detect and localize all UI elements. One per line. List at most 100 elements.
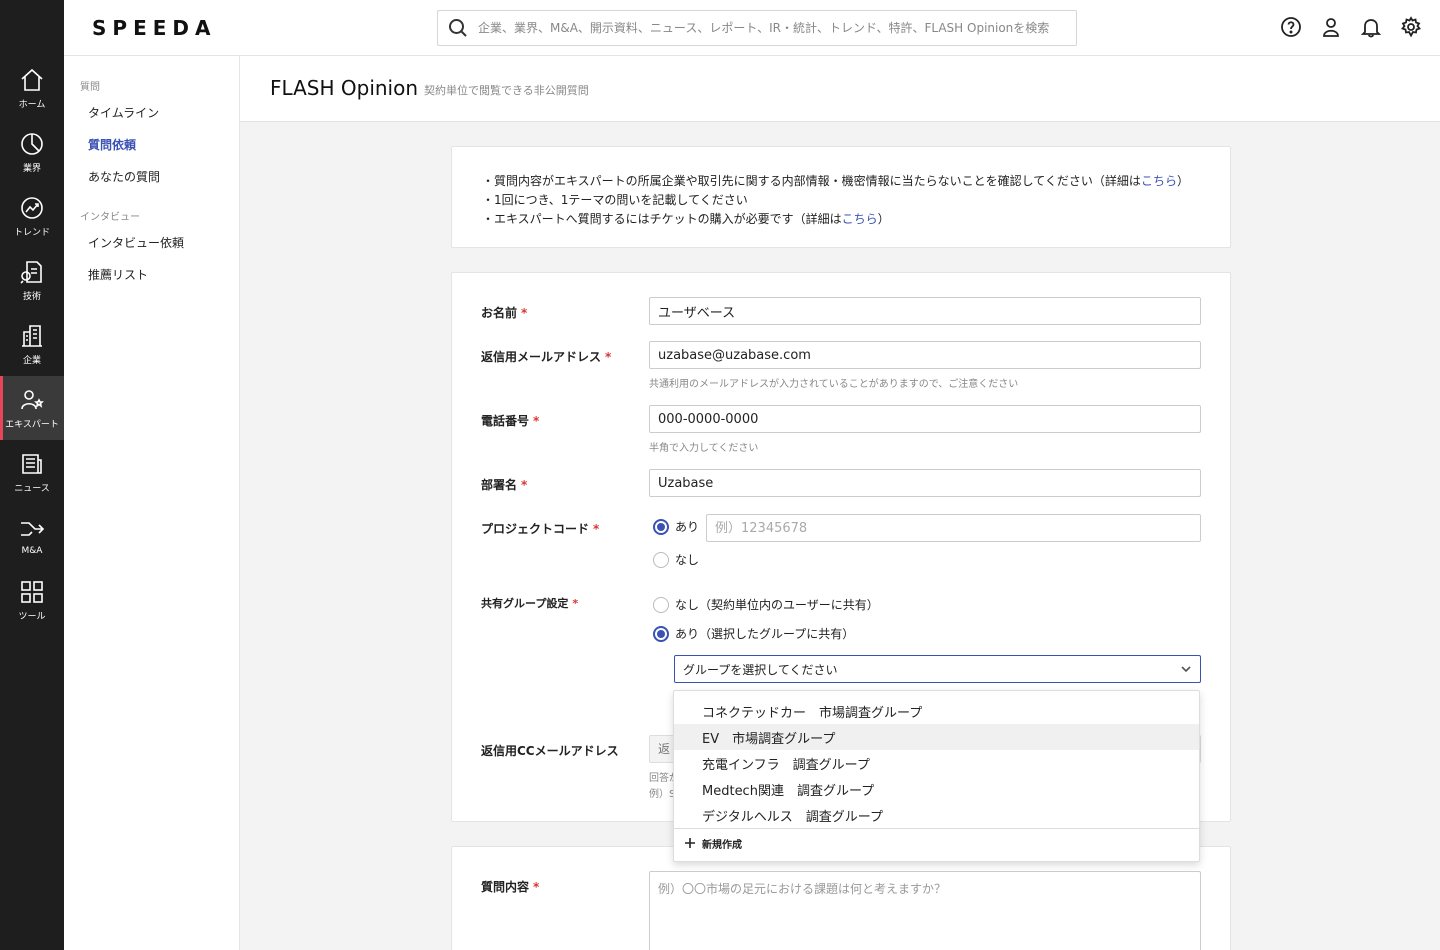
email-label: 返信用メールアドレス * — [481, 350, 612, 364]
rail-item-ma[interactable]: M&A — [0, 504, 64, 568]
building-icon — [22, 324, 42, 347]
share-group-label: 共有グループ設定 * — [481, 597, 579, 610]
radio-dot — [653, 518, 669, 535]
merge-icon — [21, 522, 45, 536]
sub-navigation: 質問 タイムライン 質問依頼 あなたの質問 インタビュー インタビュー依頼 推薦… — [64, 56, 240, 950]
required-mark: * — [521, 478, 528, 492]
details-link[interactable]: こちら — [1141, 174, 1177, 188]
group-option[interactable]: EV 市場調査グループ — [674, 724, 1199, 750]
notice-text: ・エキスパートへ質問するにはチケットの購入が必要です（詳細は — [482, 212, 842, 226]
email-hint: 共通利用のメールアドレスが入力されていることがありますので、ご注意ください — [649, 379, 1019, 390]
page-header: FLASH Opinion 契約単位で閲覧できる非公開質問 — [240, 56, 1440, 122]
question-label: 質問内容 * — [481, 880, 540, 894]
question-textarea[interactable] — [649, 871, 1201, 950]
required-mark: * — [533, 414, 540, 428]
email-field[interactable] — [649, 341, 1201, 369]
search-icon — [449, 19, 467, 37]
group-option[interactable]: デジタルヘルス 調査グループ — [674, 802, 1199, 828]
radio-label: あり（選択したグループに共有） — [675, 627, 855, 641]
gear-icon — [1400, 16, 1422, 38]
project-code-no-radio[interactable]: なし — [653, 551, 699, 568]
search-input[interactable] — [478, 21, 1058, 35]
share-group-none-radio[interactable]: なし（契約単位内のユーザーに共有） — [653, 596, 879, 613]
account-button[interactable] — [1320, 16, 1342, 38]
group-select-value: グループを選択してください — [683, 662, 838, 677]
radio-dot — [653, 625, 669, 642]
radio-dot — [653, 596, 669, 613]
rail-label: 企業 — [22, 355, 41, 366]
help-button[interactable] — [1280, 16, 1302, 38]
tech-icon — [20, 260, 42, 284]
department-field[interactable] — [649, 469, 1201, 497]
project-code-label: プロジェクトコード * — [481, 522, 600, 536]
rail-label: M&A — [21, 546, 43, 556]
group-option[interactable]: Medtech関連 調査グループ — [674, 776, 1199, 802]
phone-hint: 半角で入力してください — [649, 443, 759, 454]
subnav-item-your-questions[interactable]: あなたの質問 — [88, 168, 160, 185]
page-subtitle: 契約単位で閲覧できる非公開質問 — [424, 84, 589, 97]
rail-label: ニュース — [14, 483, 50, 494]
create-group-label: 新規作成 — [702, 839, 742, 851]
news-icon — [22, 453, 42, 474]
required-mark: * — [605, 350, 612, 364]
department-label: 部署名 * — [481, 478, 528, 492]
group-option[interactable]: 充電インフラ 調査グループ — [674, 750, 1199, 776]
ticket-details-link[interactable]: こちら — [842, 212, 878, 226]
rail-item-company[interactable]: 企業 — [0, 312, 64, 376]
group-dropdown-menu: コネクテッドカー 市場調査グループ EV 市場調査グループ 充電インフラ 調査グ… — [673, 690, 1200, 862]
dropdown-divider — [674, 828, 1199, 829]
bell-icon — [1360, 19, 1382, 38]
subnav-item-interview-request[interactable]: インタビュー依頼 — [88, 234, 184, 251]
group-select[interactable]: グループを選択してください — [674, 655, 1201, 683]
rail-label: トレンド — [13, 227, 50, 238]
radio-label: なし — [675, 553, 700, 567]
project-code-yes-radio[interactable]: あり — [653, 518, 699, 535]
subnav-group-interview: インタビュー — [80, 212, 140, 223]
required-mark: * — [593, 522, 600, 536]
required-mark: * — [572, 597, 579, 610]
notice-card: ・質問内容がエキスパートの所属企業や取引先に関する内部情報・機密情報に当たらない… — [451, 146, 1231, 248]
notice-text: ・質問内容がエキスパートの所属企業や取引先に関する内部情報・機密情報に当たらない… — [482, 174, 1141, 188]
notice-line-3: ・エキスパートへ質問するにはチケットの購入が必要です（詳細はこちら） — [482, 210, 890, 227]
subnav-group-question: 質問 — [80, 82, 100, 93]
help-icon — [1281, 17, 1301, 37]
home-icon — [21, 68, 43, 91]
rail-item-industry[interactable]: 業界 — [0, 120, 64, 184]
project-code-field[interactable] — [706, 514, 1201, 542]
expert-icon — [21, 389, 44, 409]
global-search[interactable] — [437, 10, 1077, 46]
rail-item-news[interactable]: ニュース — [0, 440, 64, 504]
subnav-item-recommend-list[interactable]: 推薦リスト — [88, 266, 148, 283]
notice-text: ） — [877, 212, 890, 226]
share-group-selected-radio[interactable]: あり（選択したグループに共有） — [653, 625, 854, 642]
plus-icon — [685, 838, 695, 848]
cc-email-label: 返信用CCメールアドレス — [481, 744, 619, 758]
rail-item-tech[interactable]: 技術 — [0, 248, 64, 312]
create-group-button[interactable]: 新規作成 — [684, 833, 742, 853]
subnav-item-timeline[interactable]: タイムライン — [88, 104, 159, 121]
name-label: お名前 * — [481, 306, 528, 320]
required-mark: * — [521, 306, 528, 320]
rail-item-tools[interactable]: ツール — [0, 568, 64, 632]
phone-field[interactable] — [649, 405, 1201, 433]
rail-item-expert[interactable]: エキスパート — [0, 376, 64, 440]
header-actions — [1280, 16, 1422, 38]
subnav-item-question-request[interactable]: 質問依頼 — [88, 136, 136, 153]
notifications-button[interactable] — [1360, 16, 1382, 38]
rail-label: 業界 — [22, 163, 41, 174]
name-field[interactable] — [649, 297, 1201, 325]
rail-label: 技術 — [22, 291, 41, 302]
rail-item-home[interactable]: ホーム — [0, 56, 64, 120]
settings-button[interactable] — [1400, 16, 1422, 38]
app-logo[interactable]: SPEEDA — [92, 16, 216, 40]
trend-icon — [21, 196, 43, 219]
radio-dot — [653, 551, 669, 568]
cc-email-example: 例）S — [649, 789, 676, 800]
required-mark: * — [533, 880, 540, 894]
pie-chart-icon — [21, 132, 43, 155]
radio-label: あり — [675, 520, 700, 534]
notice-line-1: ・質問内容がエキスパートの所属企業や取引先に関する内部情報・機密情報に当たらない… — [482, 172, 1189, 189]
rail-item-trend[interactable]: トレンド — [0, 184, 64, 248]
group-option[interactable]: コネクテッドカー 市場調査グループ — [674, 698, 1199, 724]
notice-text: ） — [1176, 174, 1189, 188]
